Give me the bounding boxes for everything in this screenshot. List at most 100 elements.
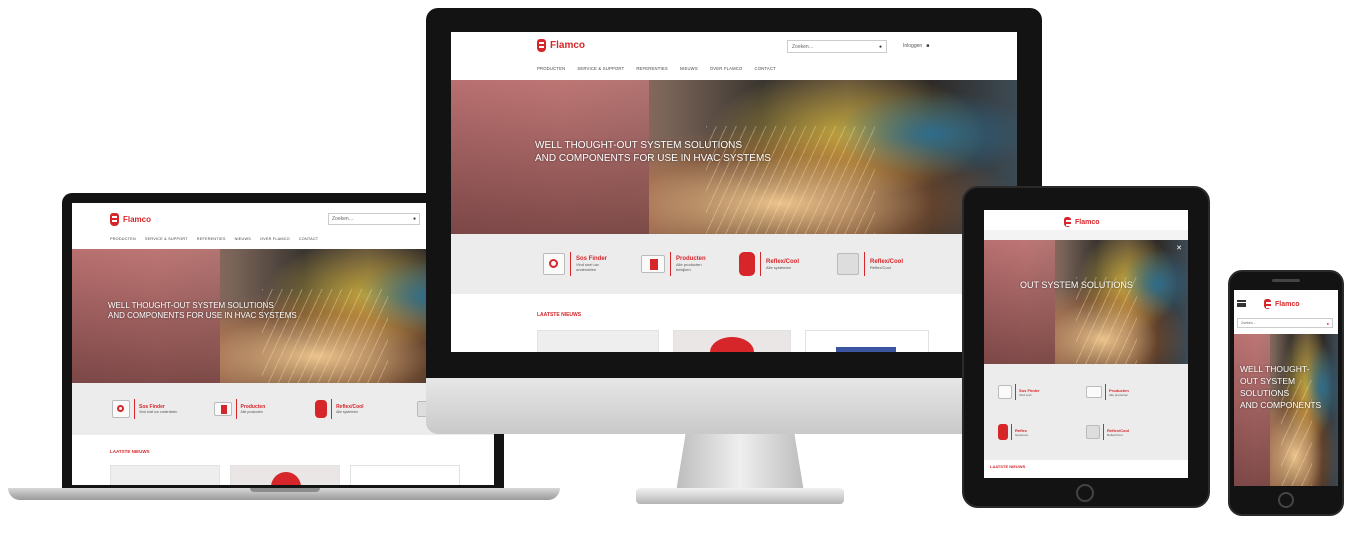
nav-item-contact[interactable]: CONTACT (299, 237, 318, 241)
tablet-cards-heading: LAATSTE NIEUWS (990, 464, 1026, 469)
tablet-site: Flamco ✕ OUT SYSTEM SOLUTIONS Sos Finder… (984, 210, 1188, 478)
tablet-logo[interactable]: Flamco (1064, 217, 1100, 227)
feature-building[interactable]: Reflex/Cool Reflex/Cool (1086, 424, 1174, 440)
hero-line-1: WELL THOUGHT-OUT SYSTEM SOLUTIONS (108, 301, 274, 310)
monitor-foot (636, 488, 844, 504)
brand-name: Flamco (1075, 218, 1100, 226)
magnifier-icon (543, 253, 565, 275)
feature-sos-finder[interactable]: Sos Finder Vind snel (998, 384, 1086, 400)
feature-subtitle: Reflex/Cool (870, 264, 891, 270)
phone-hero-banner: WELL THOUGHT- OUT SYSTEM SOLUTIONS AND C… (1234, 334, 1338, 486)
search-icon[interactable]: ● (1327, 321, 1329, 326)
phone-home-button[interactable] (1278, 492, 1294, 508)
feature-title: Sos Finder (1019, 387, 1040, 393)
nav-item-over[interactable]: OVER FLAMCO (710, 66, 743, 71)
flamco-logo-icon (537, 39, 546, 52)
monitor-chin (426, 376, 1042, 434)
monitor-stand (676, 430, 804, 492)
document-icon (641, 255, 665, 273)
feature-sos-finder[interactable]: Sos Finder Vind snel uw onderdelen (543, 252, 631, 276)
monitor-hero-banner: WELL THOUGHT-OUT SYSTEM SOLUTIONS AND CO… (451, 80, 1017, 234)
flamco-logo-icon (110, 213, 119, 226)
monitor-cards-heading: LAATSTE NIEUWS (537, 312, 582, 318)
document-icon (213, 402, 232, 416)
feature-subtitle: Systemen (1015, 432, 1029, 437)
login-label: Inloggen (903, 43, 923, 49)
brand-name: Flamco (123, 215, 152, 224)
feature-subtitle: Alle producten (1109, 392, 1129, 397)
tablet-home-button[interactable] (1076, 484, 1094, 502)
brand-name: Flamco (550, 40, 586, 51)
building-icon (837, 253, 859, 275)
vessel-icon (739, 252, 755, 276)
monitor-hero-text: WELL THOUGHT-OUT SYSTEM SOLUTIONS AND CO… (535, 140, 771, 165)
feature-sos-finder[interactable]: Sos Finder Vind snel uw onderdelen (112, 399, 206, 419)
search-placeholder: Zoeken… (1241, 321, 1257, 325)
search-icon[interactable]: ● (879, 44, 882, 50)
hero-line-1: WELL THOUGHT- (1240, 364, 1310, 374)
feature-reflex[interactable]: Reflex/Cool Alle systemen (315, 399, 409, 419)
tablet-hero-text: OUT SYSTEM SOLUTIONS (1020, 280, 1133, 290)
phone-logo[interactable]: Flamco (1264, 299, 1300, 309)
phone-hero-text: WELL THOUGHT- OUT SYSTEM SOLUTIONS AND C… (1240, 364, 1321, 412)
nav-item-service[interactable]: SERVICE & SUPPORT (145, 237, 188, 241)
hero-line-2: AND COMPONENTS FOR USE IN HVAC SYSTEMS (535, 152, 771, 164)
vessel-icon (315, 400, 328, 418)
news-card[interactable] (537, 330, 659, 352)
building-icon (1086, 425, 1100, 439)
search-icon[interactable]: ● (413, 216, 416, 222)
document-icon (1086, 386, 1102, 398)
magnifier-icon (112, 400, 130, 418)
brand-name: Flamco (1275, 300, 1300, 308)
laptop-cards-heading: LAATSTE NIEUWS (110, 449, 150, 454)
close-icon[interactable]: ✕ (1176, 244, 1182, 252)
search-placeholder: Zoeken… (792, 44, 814, 50)
news-card[interactable] (110, 465, 220, 485)
flamco-logo-icon (1064, 217, 1071, 227)
feature-subtitle: Alle systemen (336, 410, 358, 414)
feature-building[interactable]: Reflex/Cool Reflex/Cool (837, 252, 925, 276)
laptop-logo[interactable]: Flamco (110, 213, 151, 226)
feature-title: Reflex/Cool (870, 258, 904, 265)
news-card[interactable] (805, 330, 929, 352)
feature-producten[interactable]: Producten Alle producten bekijken (641, 252, 729, 276)
vessel-image (271, 472, 301, 485)
nav-item-contact[interactable]: CONTACT (755, 66, 776, 71)
tablet-hero-banner: ✕ OUT SYSTEM SOLUTIONS (984, 240, 1188, 364)
hero-line-2: AND COMPONENTS FOR USE IN HVAC SYSTEMS (108, 311, 297, 320)
phone-speaker (1272, 279, 1300, 282)
monitor-logo[interactable]: Flamco (537, 39, 585, 52)
feature-title: Reflex/Cool (1107, 427, 1130, 433)
monitor-search-input[interactable]: Zoeken… ● (787, 40, 887, 53)
hero-line-1: WELL THOUGHT-OUT SYSTEM SOLUTIONS (535, 140, 743, 151)
tablet-menu-bar[interactable] (984, 230, 1188, 240)
feature-producten[interactable]: Producten Alle producten (1086, 384, 1174, 400)
nav-item-referenties[interactable]: REFERENTIES (636, 66, 668, 71)
phone-search-input[interactable]: Zoeken… ● (1237, 318, 1333, 328)
news-card[interactable] (673, 330, 791, 352)
feature-subtitle: Alle producten (240, 410, 263, 414)
laptop-search-input[interactable]: Zoeken… ● (328, 213, 420, 225)
nav-item-producten[interactable]: PRODUCTEN (537, 66, 565, 71)
nav-item-referenties[interactable]: REFERENTIES (197, 237, 226, 241)
laptop-hero-text: WELL THOUGHT-OUT SYSTEM SOLUTIONS AND CO… (108, 301, 297, 321)
vessel-icon (998, 424, 1008, 440)
login-link[interactable]: Inloggen ■ (903, 43, 929, 49)
hero-line-3: SOLUTIONS (1240, 387, 1290, 398)
hero-line-2: OUT SYSTEM (1240, 375, 1296, 386)
nav-item-producten[interactable]: PRODUCTEN (110, 237, 136, 241)
nav-item-over[interactable]: OVER FLAMCO (260, 237, 290, 241)
nav-item-nieuws[interactable]: NIEUWS (235, 237, 251, 241)
feature-title: Reflex/Cool (766, 258, 800, 265)
feature-reflex[interactable]: Reflex Systemen (998, 424, 1086, 440)
feature-reflex[interactable]: Reflex/Cool Alle systemen (739, 252, 827, 276)
product-image (836, 347, 896, 352)
news-card[interactable] (350, 465, 460, 485)
feature-producten[interactable]: Producten Alle producten (213, 399, 308, 419)
monitor-site: Flamco Zoeken… ● Inloggen ■ PRODUCTEN SE… (451, 32, 1017, 352)
news-card[interactable] (230, 465, 340, 485)
monitor-features: Sos Finder Vind snel uw onderdelen Produc… (451, 234, 1017, 294)
nav-item-service[interactable]: SERVICE & SUPPORT (577, 66, 624, 71)
nav-item-nieuws[interactable]: NIEUWS (680, 66, 698, 71)
monitor-nav: PRODUCTEN SERVICE & SUPPORT REFERENTIES … (537, 66, 776, 71)
